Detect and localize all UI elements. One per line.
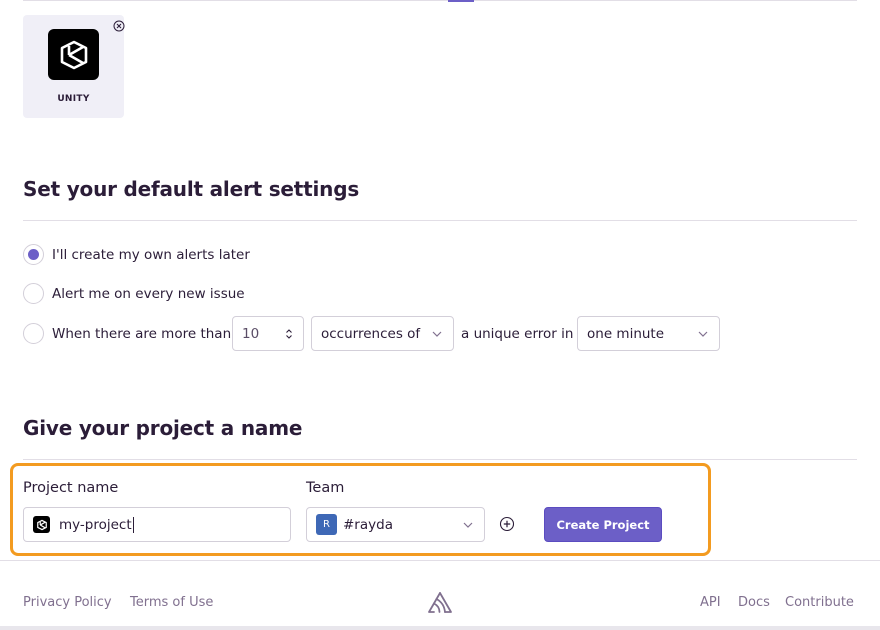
top-divider xyxy=(23,0,857,1)
platform-card-unity[interactable]: UNITY xyxy=(23,15,125,118)
team-select[interactable]: R #rayda xyxy=(306,507,485,542)
alert-option-label: I'll create my own alerts later xyxy=(52,246,250,263)
team-select-value: #rayda xyxy=(343,516,393,533)
interval-select[interactable]: one minute xyxy=(577,316,720,351)
radio-button-checked[interactable] xyxy=(23,244,44,265)
section-divider xyxy=(23,220,857,221)
project-name-label: Project name xyxy=(23,480,119,496)
alert-option-every-issue[interactable]: Alert me on every new issue xyxy=(23,283,245,304)
close-icon[interactable] xyxy=(113,17,125,32)
add-team-icon[interactable] xyxy=(499,516,515,532)
section-divider xyxy=(23,459,857,460)
alert-option-label: Alert me on every new issue xyxy=(52,285,245,302)
alert-settings-heading: Set your default alert settings xyxy=(23,177,360,201)
footer: Privacy Policy Terms of Use API Docs Con… xyxy=(0,560,880,630)
docs-link[interactable]: Docs xyxy=(738,595,770,610)
metric-select-value: occurrences of xyxy=(321,325,421,342)
project-name-heading: Give your project a name xyxy=(23,416,303,440)
unity-platform-icon xyxy=(33,516,50,533)
create-project-button[interactable]: Create Project xyxy=(544,507,662,542)
active-tab-indicator xyxy=(448,0,474,2)
stepper-icon[interactable] xyxy=(285,328,293,340)
contribute-link[interactable]: Contribute xyxy=(785,595,854,610)
connector-text: a unique error in xyxy=(461,326,574,342)
text-cursor xyxy=(132,516,134,533)
alert-option-label: When there are more than xyxy=(52,325,232,342)
sentry-logo-icon xyxy=(428,592,452,613)
project-name-value: my-project xyxy=(59,516,132,533)
platform-label: UNITY xyxy=(57,94,90,104)
unity-logo-icon xyxy=(48,29,99,80)
bottom-edge xyxy=(0,626,880,630)
project-name-input[interactable]: my-project xyxy=(23,507,291,542)
chevron-down-icon xyxy=(463,522,473,528)
alert-option-later[interactable]: I'll create my own alerts later xyxy=(23,244,250,265)
team-avatar: R xyxy=(316,514,337,535)
chevron-down-icon xyxy=(432,331,442,337)
radio-button[interactable] xyxy=(23,323,44,344)
threshold-value: 10 xyxy=(242,325,260,342)
chevron-down-icon xyxy=(698,331,708,337)
alert-option-threshold[interactable]: When there are more than xyxy=(23,323,231,344)
interval-select-value: one minute xyxy=(587,325,665,342)
radio-button[interactable] xyxy=(23,283,44,304)
privacy-policy-link[interactable]: Privacy Policy xyxy=(23,595,112,610)
team-label: Team xyxy=(306,480,345,496)
metric-select[interactable]: occurrences of xyxy=(311,316,454,351)
threshold-number-input[interactable]: 10 xyxy=(232,316,304,351)
terms-of-use-link[interactable]: Terms of Use xyxy=(130,595,213,610)
api-link[interactable]: API xyxy=(700,595,721,610)
